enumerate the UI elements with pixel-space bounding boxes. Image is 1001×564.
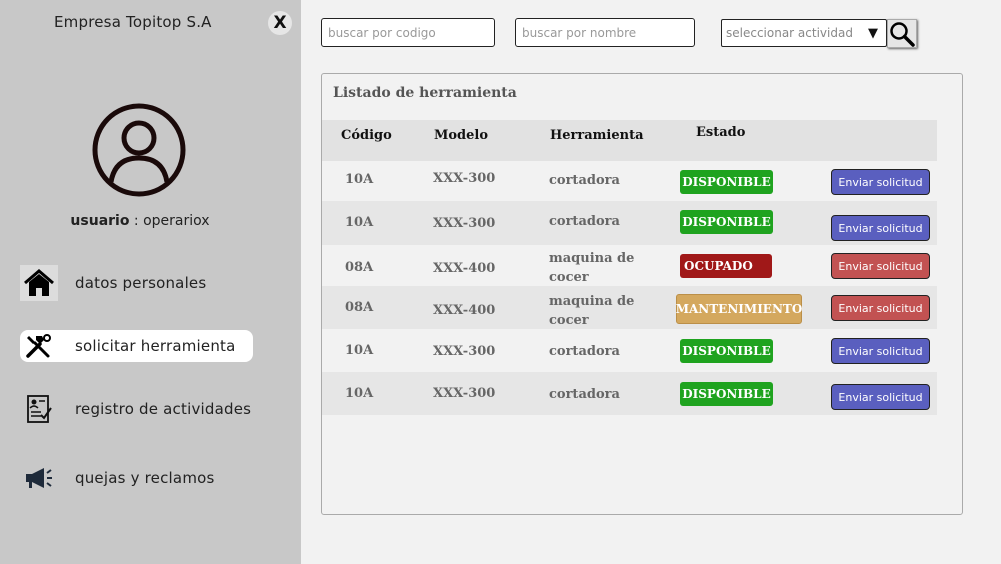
search-name-input[interactable] [515, 18, 695, 47]
cell-tool: maquina de cocer [549, 251, 635, 285]
nav-label: datos personales [75, 274, 207, 292]
header-model: Modelo [434, 128, 489, 143]
header-tool: Herramienta [550, 128, 644, 143]
tool-list-panel: Listado de herramienta Código Modelo Her… [321, 73, 963, 515]
table-row: 10A XXX-300 cortadora DISPONIBLE Enviar … [322, 372, 937, 415]
cell-tool: cortadora [549, 344, 620, 359]
user-info: usuario : operariox [0, 213, 280, 229]
status-badge: DISPONIBLE [680, 382, 773, 406]
cell-code: 10A [345, 386, 374, 401]
status-badge: MANTENIMIENTO [676, 294, 802, 324]
cell-code: 08A [345, 260, 374, 275]
activity-select-value: seleccionar actividad [726, 26, 853, 40]
close-button[interactable]: X [268, 11, 292, 35]
panel-title: Listado de herramienta [333, 85, 517, 101]
send-request-button[interactable]: Enviar solicitud [831, 253, 930, 279]
cell-tool: cortadora [549, 387, 620, 402]
cell-tool: cortadora [549, 173, 620, 188]
cell-code: 10A [345, 172, 374, 187]
sidebar: Empresa Topitop S.A X usuario : operario… [0, 0, 301, 564]
table-row: 08A XXX-400 maquina de cocer OCUPADO Env… [322, 245, 937, 288]
cell-model: XXX-400 [433, 261, 496, 276]
clipboard-icon [20, 391, 58, 427]
send-request-button[interactable]: Enviar solicitud [831, 215, 930, 241]
nav-item-datos-personales[interactable]: datos personales [20, 265, 253, 301]
send-request-button[interactable]: Enviar solicitud [831, 295, 930, 321]
home-icon [20, 265, 58, 301]
tools-icon [20, 328, 58, 364]
dropdown-arrow-icon: ▼ [868, 26, 878, 41]
user-label: usuario [70, 213, 130, 229]
cell-tool: cortadora [549, 214, 620, 229]
status-badge: DISPONIBLE [680, 339, 773, 363]
user-avatar-icon [92, 103, 186, 197]
send-request-button[interactable]: Enviar solicitud [831, 384, 930, 410]
send-request-button[interactable]: Enviar solicitud [831, 338, 930, 364]
nav-label: registro de actividades [75, 400, 252, 418]
nav-item-registro-actividades[interactable]: registro de actividades [20, 393, 253, 425]
cell-tool: maquina de cocer [549, 294, 635, 328]
status-badge: OCUPADO [680, 254, 772, 278]
search-button[interactable] [887, 19, 917, 48]
cell-code: 10A [345, 215, 374, 230]
nav-item-quejas-reclamos[interactable]: quejas y reclamos [20, 462, 253, 494]
activity-select[interactable]: seleccionar actividad ▼ [721, 19, 887, 47]
cell-model: XXX-300 [433, 386, 496, 401]
table-row: 08A XXX-400 maquina de cocer MANTENIMIEN… [322, 286, 937, 329]
send-request-button[interactable]: Enviar solicitud [831, 169, 930, 195]
nav-label: quejas y reclamos [75, 469, 215, 487]
nav-label: solicitar herramienta [75, 337, 236, 355]
close-icon: X [273, 13, 287, 33]
status-badge: DISPONIBLE [680, 210, 773, 234]
company-name: Empresa Topitop S.A [54, 13, 212, 31]
status-badge: DISPONIBLE [680, 170, 773, 194]
nav-item-solicitar-herramienta[interactable]: solicitar herramienta [20, 330, 253, 362]
table-row: 10A XXX-300 cortadora DISPONIBLE Enviar … [322, 329, 937, 372]
table-row: 10A XXX-300 cortadora DISPONIBLE Enviar … [322, 201, 937, 245]
cell-model: XXX-300 [433, 171, 496, 186]
table-row: 10A XXX-300 cortadora DISPONIBLE Enviar … [322, 161, 937, 204]
cell-model: XXX-300 [433, 216, 496, 231]
table-header: Código Modelo Herramienta Estado [322, 120, 937, 161]
megaphone-icon [20, 460, 58, 496]
cell-code: 08A [345, 300, 374, 315]
user-name: operariox [143, 213, 210, 229]
search-code-input[interactable] [321, 18, 495, 47]
cell-model: XXX-300 [433, 344, 496, 359]
user-separator: : [129, 213, 144, 229]
search-icon [890, 21, 915, 47]
cell-model: XXX-400 [433, 303, 496, 318]
header-status: Estado [696, 125, 746, 140]
header-code: Código [341, 128, 392, 143]
cell-code: 10A [345, 343, 374, 358]
